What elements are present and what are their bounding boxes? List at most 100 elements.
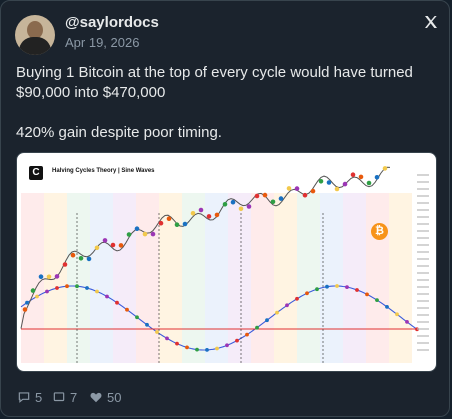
wave-marker bbox=[195, 347, 199, 352]
price-marker bbox=[118, 243, 124, 248]
wave-marker bbox=[265, 318, 269, 323]
wave-marker bbox=[135, 315, 139, 320]
tweet-media-image[interactable]: C Halving Cycles Theory | Sine Waves ₿ bbox=[16, 152, 437, 372]
wave-marker bbox=[185, 345, 189, 350]
price-marker bbox=[46, 274, 52, 280]
wave-marker bbox=[215, 346, 219, 351]
wave-marker bbox=[165, 336, 169, 341]
price-marker bbox=[102, 238, 108, 243]
tweet-line-1: Buying 1 Bitcoin at the top of every cyc… bbox=[16, 64, 413, 81]
price-marker bbox=[142, 231, 148, 237]
tweet-card: @saylordocs Apr 19, 2026 Buying 1 Bitcoi… bbox=[0, 0, 450, 417]
price-marker bbox=[54, 274, 60, 279]
wave-marker bbox=[55, 286, 59, 290]
like-count: 50 bbox=[107, 389, 122, 405]
heart-icon bbox=[90, 392, 102, 403]
price-marker bbox=[38, 274, 44, 279]
cycle-band bbox=[67, 193, 90, 363]
price-marker bbox=[62, 262, 68, 267]
cycle-chart bbox=[20, 166, 429, 365]
wave-marker bbox=[105, 294, 109, 299]
cycle-band bbox=[136, 193, 159, 363]
chart-title: Halving Cycles Theory | Sine Waves bbox=[52, 168, 155, 174]
wave-marker bbox=[85, 286, 89, 290]
cycle-band bbox=[251, 193, 274, 363]
price-marker bbox=[358, 174, 364, 180]
wave-marker bbox=[275, 310, 279, 315]
avatar[interactable] bbox=[15, 15, 55, 55]
price-marker bbox=[278, 196, 284, 201]
cycle-band bbox=[113, 193, 136, 363]
wave-marker bbox=[235, 338, 239, 343]
cycle-band bbox=[182, 193, 205, 363]
tweet-date[interactable]: Apr 19, 2026 bbox=[65, 35, 139, 50]
wave-marker bbox=[145, 322, 149, 327]
wave-marker bbox=[45, 289, 49, 294]
price-marker bbox=[166, 216, 172, 221]
price-marker bbox=[326, 180, 332, 185]
wave-marker bbox=[295, 296, 299, 301]
tweet-body: Buying 1 Bitcoin at the top of every cyc… bbox=[16, 63, 436, 143]
wave-marker bbox=[255, 325, 259, 330]
price-marker bbox=[318, 179, 324, 184]
price-marker bbox=[22, 307, 28, 312]
like-button[interactable]: 50 bbox=[89, 389, 121, 405]
price-marker bbox=[374, 175, 380, 180]
price-marker bbox=[286, 186, 292, 191]
repost-button[interactable]: 7 bbox=[52, 389, 77, 405]
price-marker bbox=[110, 242, 116, 248]
wave-marker bbox=[395, 312, 399, 317]
price-marker bbox=[334, 186, 340, 192]
wave-marker bbox=[65, 284, 69, 289]
wave-marker bbox=[95, 289, 99, 294]
repost-icon bbox=[53, 392, 65, 402]
wave-marker bbox=[155, 330, 159, 334]
wave-marker bbox=[315, 287, 319, 292]
wave-marker bbox=[335, 284, 339, 288]
price-marker bbox=[198, 207, 204, 213]
price-marker bbox=[214, 212, 220, 218]
price-marker bbox=[238, 206, 244, 212]
x-logo-icon[interactable] bbox=[423, 14, 439, 30]
reply-icon bbox=[18, 392, 30, 403]
wave-marker bbox=[125, 307, 129, 312]
price-marker bbox=[206, 214, 212, 219]
reply-count: 5 bbox=[35, 389, 43, 405]
price-marker bbox=[254, 193, 260, 199]
repost-count: 7 bbox=[70, 389, 78, 405]
tweet-line-2: $90,000 into $470,000 bbox=[16, 84, 166, 101]
wave-marker bbox=[205, 348, 209, 352]
wave-marker bbox=[325, 284, 329, 289]
wave-marker bbox=[225, 343, 229, 348]
wave-marker bbox=[345, 285, 349, 289]
wave-marker bbox=[375, 298, 379, 302]
price-marker bbox=[78, 256, 84, 261]
cycle-band bbox=[297, 193, 320, 363]
cycle-band bbox=[343, 193, 366, 363]
price-marker bbox=[174, 222, 180, 227]
price-marker bbox=[86, 256, 92, 262]
cycle-band bbox=[366, 193, 389, 363]
wave-marker bbox=[305, 291, 309, 296]
price-marker bbox=[94, 245, 100, 251]
price-marker bbox=[190, 211, 196, 216]
author-handle[interactable]: @saylordocs bbox=[65, 14, 159, 31]
cycle-band bbox=[228, 193, 251, 363]
price-marker bbox=[310, 188, 316, 194]
price-marker bbox=[294, 186, 300, 191]
price-marker bbox=[262, 192, 268, 198]
price-marker bbox=[134, 226, 140, 231]
wave-marker bbox=[385, 305, 389, 309]
wave-marker bbox=[175, 341, 179, 346]
wave-marker bbox=[245, 332, 249, 337]
tweet-line-3: 420% gain despite poor timing. bbox=[16, 124, 222, 141]
price-marker bbox=[366, 180, 372, 186]
price-marker bbox=[150, 231, 156, 237]
wave-marker bbox=[405, 320, 409, 324]
reply-button[interactable]: 5 bbox=[17, 389, 42, 405]
wave-marker bbox=[75, 284, 79, 289]
price-marker bbox=[246, 204, 252, 209]
brand-logo-icon: C bbox=[29, 166, 43, 180]
price-marker bbox=[342, 181, 348, 187]
wave-marker bbox=[355, 288, 359, 292]
